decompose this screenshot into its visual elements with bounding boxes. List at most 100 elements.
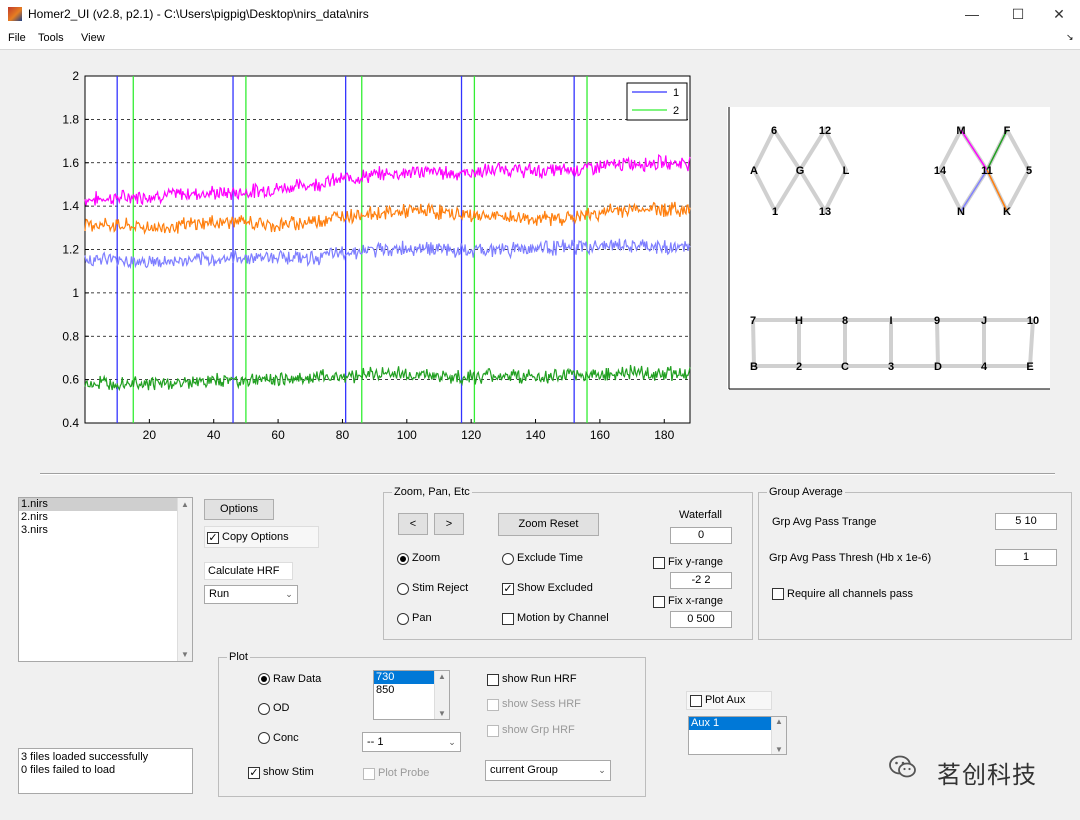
zoom-radio[interactable]	[397, 553, 409, 565]
probe-node-label: 3	[888, 361, 894, 373]
zoom-radio-label: Zoom	[412, 552, 441, 564]
motion-by-channel-checkbox[interactable]	[502, 613, 514, 625]
probe-node-label: K	[1003, 206, 1011, 218]
waterfall-input[interactable]: 0	[670, 527, 732, 544]
probe-node-label: 5	[1026, 165, 1032, 177]
grp-avg-thresh-input[interactable]: 1	[995, 549, 1057, 566]
od-label: OD	[273, 702, 290, 714]
probe-layout[interactable]: 6 12 A G L 1 13 M F 14 11 5 N K 7 H 8 I 9 J 10 B 2 C 3 D 4 E	[726, 106, 1052, 391]
next-button[interactable]: >	[434, 513, 464, 535]
y-tick-label: 1.4	[62, 199, 79, 213]
file-list[interactable]: 1.nirs 2.nirs 3.nirs ▲ ▼	[18, 497, 193, 662]
show-grp-hrf-checkbox[interactable]	[487, 725, 499, 737]
wavelength-list[interactable]: 730 850 ▲ ▼	[373, 670, 450, 720]
od-radio[interactable]	[258, 703, 270, 715]
options-button[interactable]: Options	[204, 499, 274, 520]
maximize-button[interactable]: ☐	[995, 0, 1041, 28]
probe-node-label: 6	[771, 125, 777, 137]
probe-node-label: N	[957, 206, 965, 218]
x-tick-label: 180	[654, 428, 674, 442]
menu-file[interactable]: File	[8, 32, 26, 44]
fix-x-range-label: Fix x-range	[668, 595, 724, 607]
fix-x-range-checkbox[interactable]	[653, 596, 665, 608]
raw-data-radio[interactable]	[258, 673, 270, 685]
divider	[40, 473, 1055, 475]
y-range-input[interactable]: -2 2	[670, 572, 732, 589]
aux-item-1[interactable]: Aux 1	[689, 717, 771, 730]
require-all-checkbox[interactable]	[772, 588, 784, 600]
probe-node-label: G	[796, 165, 805, 177]
close-button[interactable]: ✕	[1036, 0, 1080, 28]
y-tick-label: 0.8	[62, 329, 79, 343]
channel-select-value: -- 1	[367, 736, 384, 748]
exclude-time-radio[interactable]	[502, 553, 514, 565]
pan-radio[interactable]	[397, 613, 409, 625]
wavelength-item-730[interactable]: 730	[374, 671, 434, 684]
plot-aux-checkbox[interactable]	[690, 695, 702, 707]
x-tick-label: 40	[207, 428, 221, 442]
aux-list[interactable]: Aux 1 ▲ ▼	[688, 716, 787, 755]
calculate-hrf-button[interactable]: Calculate HRF	[204, 562, 293, 580]
minimize-button[interactable]: —	[949, 0, 995, 28]
stim-reject-radio[interactable]	[397, 583, 409, 595]
plot-probe-checkbox[interactable]	[363, 768, 375, 780]
show-grp-hrf-label: show Grp HRF	[502, 724, 575, 736]
copy-options-label: Copy Options	[222, 531, 289, 543]
file-item-2[interactable]: 2.nirs	[19, 511, 192, 524]
show-stim-checkbox[interactable]: ✓	[248, 767, 260, 779]
waterfall-label: Waterfall	[679, 509, 722, 521]
x-tick-label: 100	[397, 428, 417, 442]
conc-radio[interactable]	[258, 732, 270, 744]
exclude-time-label: Exclude Time	[517, 552, 584, 564]
probe-node-label: A	[750, 165, 758, 177]
show-sess-hrf-label: show Sess HRF	[502, 698, 581, 710]
menu-view[interactable]: View	[81, 32, 105, 44]
status-loaded: 3 files loaded successfully	[21, 751, 149, 763]
probe-node-label: C	[841, 361, 849, 373]
x-range-input[interactable]: 0 500	[670, 611, 732, 628]
prev-button[interactable]: <	[398, 513, 428, 535]
zoom-reset-button[interactable]: Zoom Reset	[498, 513, 599, 536]
probe-node-label: 4	[981, 361, 988, 373]
x-tick-label: 140	[526, 428, 546, 442]
file-list-scrollbar[interactable]: ▲ ▼	[177, 498, 192, 661]
wechat-icon	[888, 754, 918, 780]
probe-node-label: D	[934, 361, 942, 373]
show-sess-hrf-checkbox[interactable]	[487, 699, 499, 711]
aux-scrollbar[interactable]: ▲ ▼	[771, 717, 786, 754]
plot-aux-box: Plot Aux	[686, 691, 772, 710]
menu-tools[interactable]: Tools	[38, 32, 64, 44]
x-tick-label: 20	[143, 428, 157, 442]
x-tick-label: 120	[461, 428, 481, 442]
run-select[interactable]: Run ⌄	[204, 585, 298, 604]
require-all-label: Require all channels pass	[787, 588, 913, 600]
grp-avg-trange-input[interactable]: 5 10	[995, 513, 1057, 530]
group-select[interactable]: current Group ⌄	[485, 760, 611, 781]
plot-aux-label: Plot Aux	[705, 694, 746, 706]
plot-probe-label: Plot Probe	[378, 767, 430, 779]
probe-node-label: 7	[750, 315, 756, 327]
watermark-text: 茗创科技	[937, 761, 1037, 789]
probe-node-label: 13	[819, 206, 831, 218]
menu-bar: File Tools View ↘	[0, 28, 1080, 50]
show-stim-label: show Stim	[263, 766, 314, 778]
show-run-hrf-checkbox[interactable]	[487, 674, 499, 686]
probe-node-label: 12	[819, 125, 831, 137]
fix-y-range-checkbox[interactable]	[653, 557, 665, 569]
wavelength-scrollbar[interactable]: ▲ ▼	[434, 671, 449, 719]
show-excluded-checkbox[interactable]: ✓	[502, 583, 514, 595]
file-item-1[interactable]: 1.nirs	[19, 498, 192, 511]
time-series-chart[interactable]: 0.4 0.6 0.8 1 1.2 1.4 1.6 1.8 2 20 40 60 80 100 120 14…	[40, 62, 700, 442]
resize-corner-icon: ↘	[1066, 32, 1074, 42]
app-icon	[8, 7, 22, 21]
raw-data-label: Raw Data	[273, 673, 322, 685]
conc-label: Conc	[273, 732, 299, 744]
probe-node-label: B	[750, 361, 758, 373]
probe-node-label: 11	[981, 165, 993, 177]
window-title: Homer2_UI (v2.8, p2.1) - C:\Users\pigpig…	[28, 7, 369, 21]
file-item-3[interactable]: 3.nirs	[19, 524, 192, 537]
copy-options-checkbox[interactable]: ✓	[207, 532, 219, 544]
channel-select[interactable]: -- 1 ⌄	[362, 732, 461, 752]
chevron-down-icon: ⌄	[448, 737, 456, 747]
y-tick-label: 1.6	[62, 156, 79, 170]
